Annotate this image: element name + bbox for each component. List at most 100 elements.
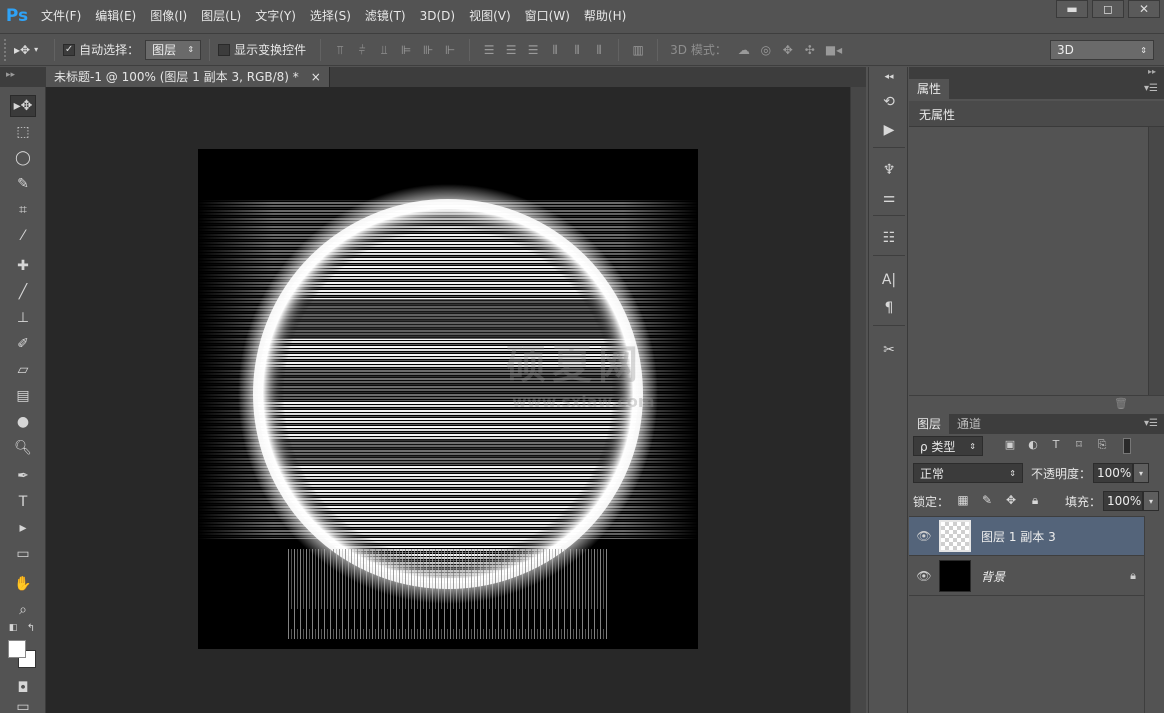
blur-tool-icon[interactable]: ● bbox=[10, 411, 36, 433]
opacity-dropdown-icon[interactable]: ▾ bbox=[1133, 463, 1150, 483]
slide-3d-icon[interactable]: ✣ bbox=[803, 43, 817, 57]
lock-image-icon[interactable]: ✎ bbox=[978, 493, 996, 509]
menu-help[interactable]: 帮助(H) bbox=[577, 0, 633, 32]
pan-3d-icon[interactable]: ✥ bbox=[781, 43, 795, 57]
eye-icon[interactable]: 👁︎ bbox=[909, 529, 939, 543]
blend-mode-dropdown[interactable]: 正常 ⇕ bbox=[913, 463, 1023, 483]
menu-type[interactable]: 文字(Y) bbox=[248, 0, 303, 32]
lasso-tool-icon[interactable]: ◯ bbox=[10, 147, 36, 169]
menu-file[interactable]: 文件(F) bbox=[34, 0, 88, 32]
hand-tool-icon[interactable]: ✋ bbox=[10, 573, 36, 595]
lock-all-icon[interactable]: 🔒︎ bbox=[1026, 493, 1044, 509]
options-grip[interactable] bbox=[4, 38, 10, 61]
quick-select-tool-icon[interactable]: ✎ bbox=[10, 173, 36, 195]
menu-layer[interactable]: 图层(L) bbox=[194, 0, 248, 32]
workspace-dropdown[interactable]: 3D ⇕ bbox=[1050, 40, 1154, 60]
roll-3d-icon[interactable]: ◎ bbox=[759, 43, 773, 57]
filter-type-icon[interactable]: T bbox=[1047, 438, 1065, 454]
move-tool-icon[interactable]: ▸✥ bbox=[10, 95, 36, 117]
distribute-left-icon[interactable]: ⦀ bbox=[548, 43, 562, 57]
layer-row[interactable]: 👁︎ 背景 🔒︎ bbox=[909, 557, 1145, 596]
panel-menu-icon[interactable]: ▾☰ bbox=[1144, 418, 1158, 429]
minimize-button[interactable]: ▬ bbox=[1056, 0, 1088, 18]
history-brush-tool-icon[interactable]: ✐ bbox=[10, 333, 36, 355]
zoom-tool-icon[interactable]: ⌕ bbox=[10, 599, 36, 621]
collapse-icon[interactable]: ◂◂ bbox=[877, 71, 901, 83]
filter-pixel-icon[interactable]: ▣ bbox=[1001, 438, 1019, 454]
layer-row[interactable]: 👁︎ 图层 1 副本 3 bbox=[909, 517, 1145, 556]
align-vcenter-icon[interactable]: ⫩ bbox=[355, 43, 369, 57]
screen-mode-icon[interactable]: ▭ bbox=[10, 699, 36, 713]
tab-properties[interactable]: 属性 bbox=[909, 79, 950, 99]
layers-scrollbar[interactable] bbox=[1144, 517, 1164, 713]
tab-channels[interactable]: 通道 bbox=[949, 414, 989, 434]
menu-select[interactable]: 选择(S) bbox=[303, 0, 358, 32]
eye-icon[interactable]: 👁︎ bbox=[909, 569, 939, 583]
foreground-color-swatch[interactable] bbox=[8, 640, 26, 658]
expand-icon[interactable]: ▸▸ bbox=[1148, 67, 1156, 76]
filter-toggle[interactable] bbox=[1123, 438, 1131, 454]
actions-panel-icon[interactable]: ▶ bbox=[877, 119, 901, 141]
path-select-tool-icon[interactable]: ▸ bbox=[10, 517, 36, 539]
fill-dropdown-icon[interactable]: ▾ bbox=[1143, 491, 1160, 511]
close-button[interactable]: ✕ bbox=[1128, 0, 1160, 18]
menu-3d[interactable]: 3D(D) bbox=[413, 0, 462, 32]
tool-preset-picker[interactable]: ▸✥ ▾ bbox=[14, 43, 38, 57]
swap-colors-icon[interactable]: ↰ bbox=[24, 621, 38, 635]
align-hcenter-icon[interactable]: ⊪ bbox=[421, 43, 435, 57]
opacity-input[interactable]: 100% bbox=[1093, 463, 1134, 483]
layer-filter-dropdown[interactable]: ρ 类型 ⇕ bbox=[913, 436, 983, 456]
eraser-tool-icon[interactable]: ▱ bbox=[10, 359, 36, 381]
collapse-icon[interactable]: ▸▸ bbox=[6, 70, 15, 80]
distribute-top-icon[interactable]: ☰ bbox=[482, 43, 496, 57]
lock-position-icon[interactable]: ✥ bbox=[1002, 493, 1020, 509]
default-colors-icon[interactable]: ◧ bbox=[6, 621, 20, 635]
distribute-bottom-icon[interactable]: ☰ bbox=[526, 43, 540, 57]
align-left-icon[interactable]: ⊫ bbox=[399, 43, 413, 57]
rectangle-tool-icon[interactable]: ▭ bbox=[10, 543, 36, 565]
gradient-tool-icon[interactable]: ▤ bbox=[10, 385, 36, 407]
crop-tool-icon[interactable]: ⌗ bbox=[10, 199, 36, 221]
healing-brush-tool-icon[interactable]: ✚ bbox=[10, 255, 36, 277]
fill-input[interactable]: 100% bbox=[1103, 491, 1144, 511]
canvas-workspace[interactable]: 硕夏网 www.sxiaw.com bbox=[46, 87, 850, 713]
layer-comps-icon[interactable]: ☷ bbox=[877, 227, 901, 249]
orbit-3d-icon[interactable]: ☁ bbox=[737, 43, 751, 57]
filter-adjustment-icon[interactable]: ◐ bbox=[1024, 438, 1042, 454]
distribute-vcenter-icon[interactable]: ☰ bbox=[504, 43, 518, 57]
align-bottom-icon[interactable]: ⫫ bbox=[377, 43, 391, 57]
marquee-tool-icon[interactable]: ⬚ bbox=[10, 121, 36, 143]
tool-presets-icon[interactable]: ✂ bbox=[877, 339, 901, 361]
show-transform-checkbox[interactable] bbox=[218, 43, 231, 56]
menu-image[interactable]: 图像(I) bbox=[143, 0, 194, 32]
dodge-tool-icon[interactable]: 🔍︎ bbox=[10, 437, 36, 459]
distribute-hcenter-icon[interactable]: ⦀ bbox=[570, 43, 584, 57]
auto-select-checkbox[interactable]: ✓ bbox=[63, 43, 76, 56]
type-tool-icon[interactable]: T bbox=[10, 491, 36, 513]
history-panel-icon[interactable]: ⟲ bbox=[877, 91, 901, 113]
properties-scrollbar[interactable] bbox=[1148, 127, 1164, 395]
adjustments-icon[interactable]: ⚌ bbox=[877, 187, 901, 209]
scale-3d-icon[interactable]: ■◂ bbox=[825, 43, 842, 57]
quick-mask-icon[interactable]: ◘ bbox=[10, 677, 36, 699]
filter-smart-object-icon[interactable]: ⎘ bbox=[1093, 438, 1111, 454]
canvas-scrollbar[interactable] bbox=[850, 87, 866, 713]
filter-shape-icon[interactable]: ⌑ bbox=[1070, 438, 1088, 454]
paragraph-panel-icon[interactable]: ¶ bbox=[877, 297, 901, 319]
maximize-button[interactable]: ◻ bbox=[1092, 0, 1124, 18]
eyedropper-tool-icon[interactable]: ⁄ bbox=[10, 225, 36, 247]
menu-view[interactable]: 视图(V) bbox=[462, 0, 518, 32]
panel-menu-icon[interactable]: ▾☰ bbox=[1144, 83, 1158, 94]
lock-transparency-icon[interactable]: ▦ bbox=[954, 493, 972, 509]
trash-icon[interactable]: 🗑︎ bbox=[1114, 397, 1128, 410]
menu-window[interactable]: 窗口(W) bbox=[518, 0, 577, 32]
brush-tool-icon[interactable]: ╱ bbox=[10, 281, 36, 303]
character-panel-icon[interactable]: A| bbox=[877, 269, 901, 291]
distribute-right-icon[interactable]: ⦀ bbox=[592, 43, 606, 57]
auto-align-icon[interactable]: ▥ bbox=[631, 43, 645, 57]
tab-layers[interactable]: 图层 bbox=[909, 414, 950, 434]
close-tab-icon[interactable]: × bbox=[311, 67, 321, 87]
align-right-icon[interactable]: ⊩ bbox=[443, 43, 457, 57]
document-tab[interactable]: 未标题-1 @ 100% (图层 1 副本 3, RGB/8) * × bbox=[46, 67, 330, 87]
menu-filter[interactable]: 滤镜(T) bbox=[358, 0, 413, 32]
